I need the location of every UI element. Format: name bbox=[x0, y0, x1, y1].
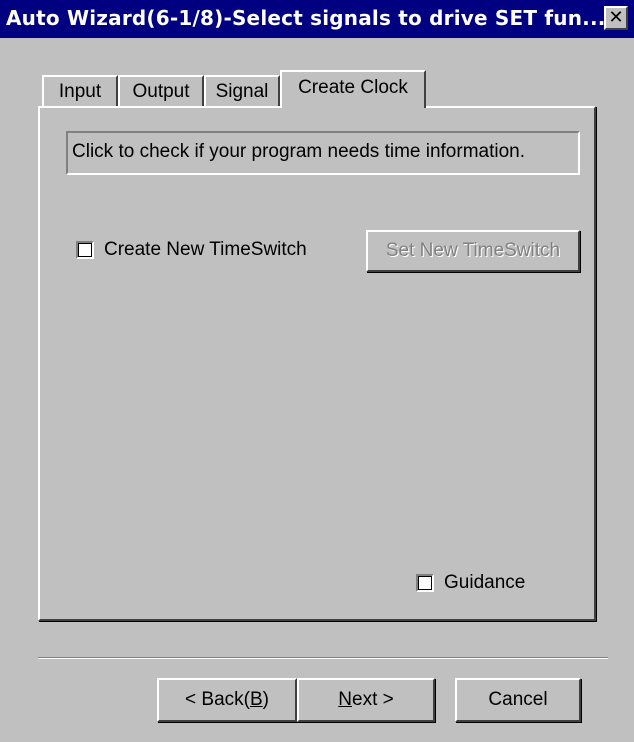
cancel-button-label: Cancel bbox=[488, 689, 548, 710]
back-button[interactable]: < Back(B) bbox=[157, 678, 297, 722]
tab-panel bbox=[38, 106, 596, 621]
set-new-timeswitch-button[interactable]: Set New TimeSwitch bbox=[366, 230, 580, 272]
tab-create-clock[interactable]: Create Clock bbox=[280, 70, 426, 108]
set-new-timeswitch-label: Set New TimeSwitch bbox=[385, 240, 561, 261]
guidance-checkbox-row[interactable]: Guidance bbox=[416, 572, 525, 594]
title-bar[interactable]: Auto Wizard(6-1/8)-Select signals to dri… bbox=[0, 0, 634, 38]
tab-label: Input bbox=[58, 80, 102, 102]
back-button-label: < Back(B) bbox=[185, 689, 269, 710]
cancel-button[interactable]: Cancel bbox=[455, 678, 581, 722]
tab-label: Signal bbox=[215, 80, 269, 102]
tab-label: Output bbox=[132, 80, 190, 102]
tab-signal[interactable]: Signal bbox=[204, 75, 280, 106]
window-title: Auto Wizard(6-1/8)-Select signals to dri… bbox=[6, 6, 606, 30]
tab-input[interactable]: Input bbox=[42, 75, 118, 106]
guidance-label: Guidance bbox=[444, 572, 526, 593]
close-icon[interactable]: ✕ bbox=[604, 6, 628, 30]
next-button-label: Next > bbox=[338, 689, 394, 710]
tab-output[interactable]: Output bbox=[118, 75, 204, 106]
tab-label: Create Clock bbox=[298, 77, 408, 98]
footer-separator bbox=[38, 657, 608, 659]
next-button[interactable]: Next > bbox=[297, 678, 435, 722]
create-timeswitch-label: Create New TimeSwitch bbox=[104, 239, 307, 260]
guidance-checkbox[interactable] bbox=[416, 574, 434, 592]
create-timeswitch-checkbox[interactable] bbox=[76, 241, 94, 259]
info-text: Click to check if your program needs tim… bbox=[66, 131, 580, 175]
create-timeswitch-checkbox-row[interactable]: Create New TimeSwitch bbox=[76, 239, 307, 261]
